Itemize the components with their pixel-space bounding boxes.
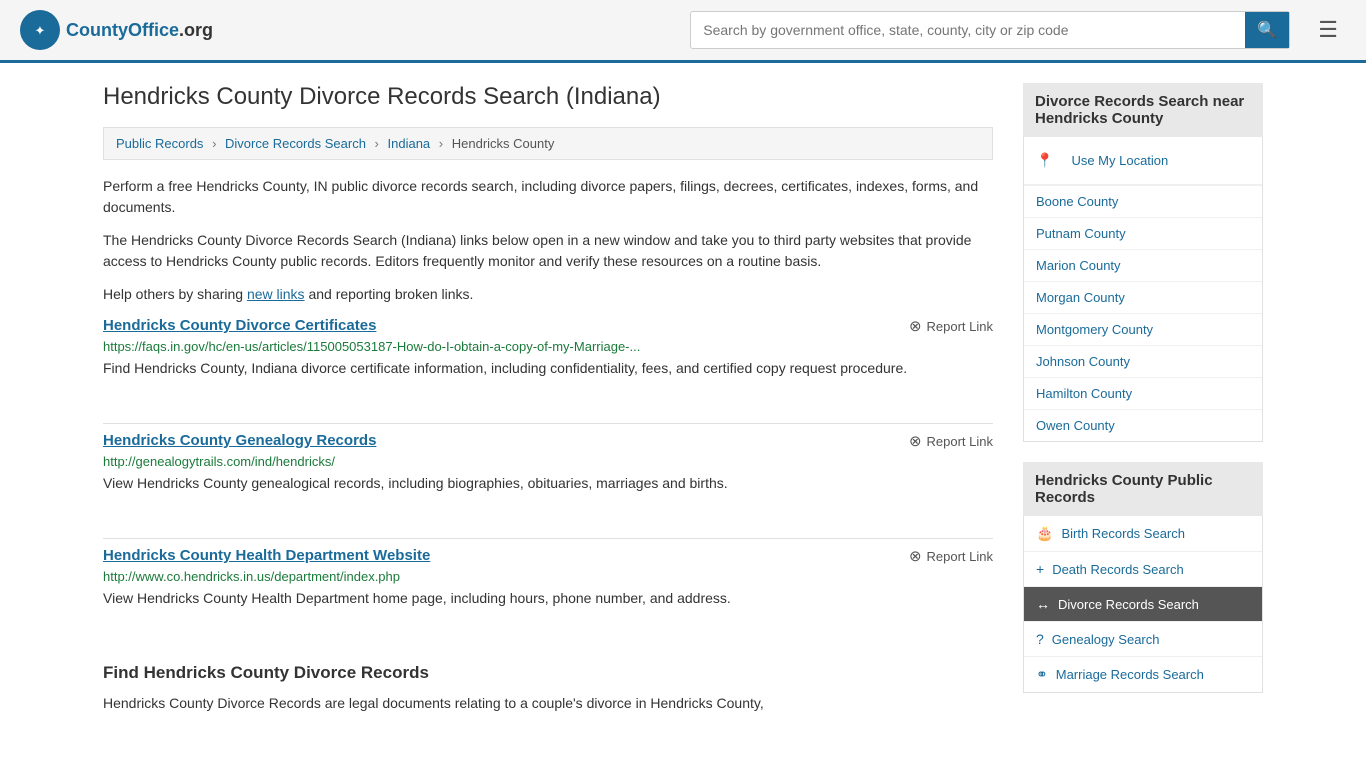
report-link-button-1[interactable]: ⊗ Report Link [909, 432, 993, 450]
nearby-marion-county: Marion County [1024, 250, 1262, 282]
sidebar-record-icon-2: ↔ [1036, 596, 1050, 612]
nearby-morgan-county: Morgan County [1024, 282, 1262, 314]
sidebar-record-item-4: ⚭ Marriage Records Search [1024, 657, 1262, 692]
sidebar-record-icon-1: + [1036, 561, 1044, 577]
nearby-list: 📍 Use My Location Boone County Putnam Co… [1023, 137, 1263, 442]
public-records-section: Hendricks County Public Records 🎂 Birth … [1023, 462, 1263, 693]
description-2: The Hendricks County Divorce Records Sea… [103, 230, 993, 272]
bottom-description: Hendricks County Divorce Records are leg… [103, 693, 993, 714]
record-divider-1 [103, 538, 993, 539]
location-pin-icon: 📍 [1036, 152, 1053, 169]
breadcrumb-indiana[interactable]: Indiana [388, 136, 431, 151]
record-title-1[interactable]: Hendricks County Genealogy Records [103, 432, 376, 449]
find-records-heading: Find Hendricks County Divorce Records [103, 653, 993, 683]
sidebar-record-item-0: 🎂 Birth Records Search [1024, 516, 1262, 552]
report-link-button-0[interactable]: ⊗ Report Link [909, 317, 993, 335]
record-url-0: https://faqs.in.gov/hc/en-us/articles/11… [103, 339, 993, 354]
record-title-0[interactable]: Hendricks County Divorce Certificates [103, 317, 376, 334]
sidebar-record-label-4: Marriage Records Search [1056, 667, 1204, 682]
nearby-montgomery-county: Montgomery County [1024, 314, 1262, 346]
description-1: Perform a free Hendricks County, IN publ… [103, 176, 993, 218]
breadcrumb-divorce-records[interactable]: Divorce Records Search [225, 136, 366, 151]
record-desc-1: View Hendricks County genealogical recor… [103, 473, 993, 494]
page-title: Hendricks County Divorce Records Search … [103, 83, 993, 111]
breadcrumb-current: Hendricks County [452, 136, 555, 151]
new-links-link[interactable]: new links [247, 286, 305, 302]
sidebar-record-link-1[interactable]: + Death Records Search [1024, 552, 1262, 586]
sidebar-record-link-2[interactable]: ↔ Divorce Records Search [1024, 587, 1262, 621]
record-divider-0 [103, 423, 993, 424]
report-icon-2: ⊗ [909, 547, 922, 565]
search-input[interactable] [691, 14, 1245, 46]
record-title-2[interactable]: Hendricks County Health Department Websi… [103, 547, 430, 564]
svg-text:✦: ✦ [35, 23, 46, 38]
main-container: Hendricks County Divorce Records Search … [83, 63, 1283, 746]
breadcrumb: Public Records › Divorce Records Search … [103, 127, 993, 160]
sidebar-record-icon-4: ⚭ [1036, 666, 1048, 683]
sidebar-record-label-0: Birth Records Search [1061, 526, 1185, 541]
nearby-hamilton-county: Hamilton County [1024, 378, 1262, 410]
report-link-button-2[interactable]: ⊗ Report Link [909, 547, 993, 565]
nearby-section-title: Divorce Records Search near Hendricks Co… [1023, 83, 1263, 137]
public-records-list: 🎂 Birth Records Search + Death Records S… [1023, 516, 1263, 693]
content-area: Hendricks County Divorce Records Search … [103, 83, 993, 726]
sidebar-record-label-1: Death Records Search [1052, 562, 1184, 577]
sidebar-record-item-1: + Death Records Search [1024, 552, 1262, 587]
nearby-owen-county: Owen County [1024, 410, 1262, 441]
sidebar-record-link-4[interactable]: ⚭ Marriage Records Search [1024, 657, 1262, 692]
logo-icon: ✦ [20, 10, 60, 50]
record-url-2: http://www.co.hendricks.in.us/department… [103, 569, 993, 584]
search-button[interactable]: 🔍 [1245, 12, 1289, 48]
header: ✦ CountyOffice.org 🔍 ☰ [0, 0, 1366, 63]
nearby-boone-county: Boone County [1024, 186, 1262, 218]
report-icon-1: ⊗ [909, 432, 922, 450]
logo-text: CountyOffice.org [66, 20, 213, 41]
sidebar-record-link-3[interactable]: ? Genealogy Search [1024, 622, 1262, 656]
record-desc-2: View Hendricks County Health Department … [103, 588, 993, 609]
breadcrumb-public-records[interactable]: Public Records [116, 136, 203, 151]
nearby-section: Divorce Records Search near Hendricks Co… [1023, 83, 1263, 442]
sidebar-record-link-0[interactable]: 🎂 Birth Records Search [1024, 516, 1262, 551]
record-entry-header-0: Hendricks County Divorce Certificates ⊗ … [103, 317, 993, 335]
records-container: Hendricks County Divorce Certificates ⊗ … [103, 317, 993, 629]
hamburger-menu-button[interactable]: ☰ [1310, 13, 1346, 47]
report-icon-0: ⊗ [909, 317, 922, 335]
report-link-label-0: Report Link [927, 319, 993, 334]
nearby-putnam-county: Putnam County [1024, 218, 1262, 250]
sidebar-record-item-2: ↔ Divorce Records Search [1024, 587, 1262, 622]
record-entry-header-2: Hendricks County Health Department Websi… [103, 547, 993, 565]
sidebar-record-item-3: ? Genealogy Search [1024, 622, 1262, 657]
use-location-item: 📍 Use My Location [1024, 137, 1262, 186]
sidebar-record-icon-0: 🎂 [1036, 525, 1053, 542]
sidebar-record-icon-3: ? [1036, 631, 1044, 647]
record-desc-0: Find Hendricks County, Indiana divorce c… [103, 358, 993, 379]
report-link-label-1: Report Link [927, 434, 993, 449]
search-bar: 🔍 [690, 11, 1290, 49]
report-link-label-2: Report Link [927, 549, 993, 564]
sidebar: Divorce Records Search near Hendricks Co… [1023, 83, 1263, 726]
record-entry-header-1: Hendricks County Genealogy Records ⊗ Rep… [103, 432, 993, 450]
description-3: Help others by sharing new links and rep… [103, 284, 993, 305]
record-entry-0: Hendricks County Divorce Certificates ⊗ … [103, 317, 993, 399]
public-records-section-title: Hendricks County Public Records [1023, 462, 1263, 516]
sidebar-record-label-2: Divorce Records Search [1058, 597, 1199, 612]
record-url-1: http://genealogytrails.com/ind/hendricks… [103, 454, 993, 469]
use-location-link[interactable]: Use My Location [1059, 145, 1180, 176]
nearby-johnson-county: Johnson County [1024, 346, 1262, 378]
sidebar-record-label-3: Genealogy Search [1052, 632, 1160, 647]
record-entry-1: Hendricks County Genealogy Records ⊗ Rep… [103, 432, 993, 514]
logo-link[interactable]: ✦ CountyOffice.org [20, 10, 213, 50]
record-entry-2: Hendricks County Health Department Websi… [103, 547, 993, 629]
